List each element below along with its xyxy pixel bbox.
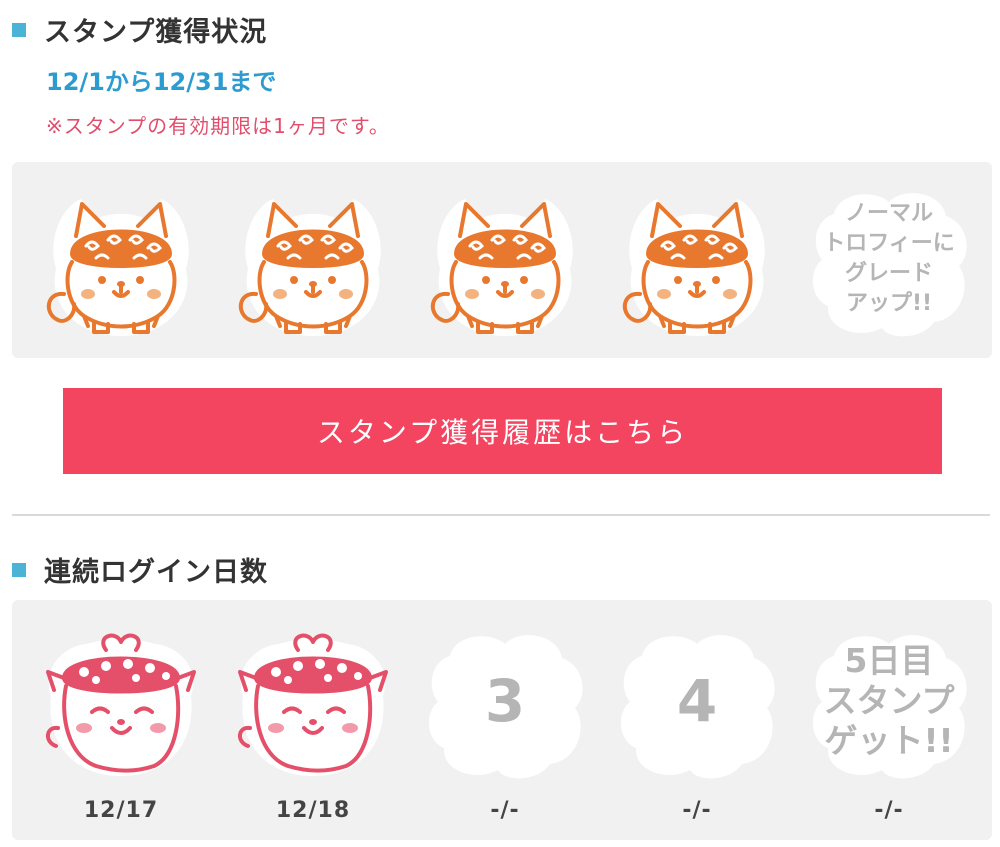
login-day-2 (228, 616, 398, 786)
cat-mascot-stamp-icon (36, 616, 206, 786)
login-section-title: 連続ログイン日数 (44, 557, 268, 588)
stamp-slot-1 (36, 174, 206, 344)
stamp-section-title: スタンプ獲得状況 (44, 17, 268, 48)
login-date-1: 12/17 (83, 798, 159, 823)
section-divider (12, 514, 990, 516)
login-date-3: -/- (490, 798, 520, 823)
login-day-number: 3 (484, 667, 526, 735)
stamp-validity-note: ※スタンプの有効期限は1ヶ月です。 (46, 114, 390, 138)
login-goal-text: 5日目 スタンプ ゲット!! (823, 641, 955, 760)
login-day-5-goal: 5日目 スタンプ ゲット!! (804, 616, 974, 786)
login-date-5: -/- (874, 798, 904, 823)
section-marker-icon (12, 562, 26, 577)
login-day-4: 4 (612, 616, 782, 786)
trophy-upgrade-text: ノーマル トロフィーに グレード アップ!! (823, 201, 955, 316)
stamp-slot-goal: ノーマル トロフィーに グレード アップ!! (804, 174, 974, 344)
fox-mascot-stamp-icon (228, 174, 398, 344)
stamp-slot-2 (228, 174, 398, 344)
login-date-2: 12/18 (275, 798, 351, 823)
stamp-card-panel: ノーマル トロフィーに グレード アップ!! (12, 162, 992, 358)
fox-mascot-stamp-icon (420, 174, 590, 344)
section-marker-icon (12, 22, 26, 37)
stamp-period: 12/1から12/31まで (46, 68, 277, 96)
cat-mascot-stamp-icon (228, 616, 398, 786)
login-day-number: 4 (676, 667, 718, 735)
stamp-slot-3 (420, 174, 590, 344)
stamp-history-button[interactable]: スタンプ獲得履歴はこちら (63, 388, 942, 474)
login-section-header: 連続ログイン日数 (12, 550, 268, 589)
login-day-1 (36, 616, 206, 786)
stamp-section-header: スタンプ獲得状況 (12, 10, 267, 49)
login-date-4: -/- (682, 798, 712, 823)
stamp-slot-4 (612, 174, 782, 344)
login-day-3: 3 (420, 616, 590, 786)
fox-mascot-stamp-icon (612, 174, 782, 344)
fox-mascot-stamp-icon (36, 174, 206, 344)
